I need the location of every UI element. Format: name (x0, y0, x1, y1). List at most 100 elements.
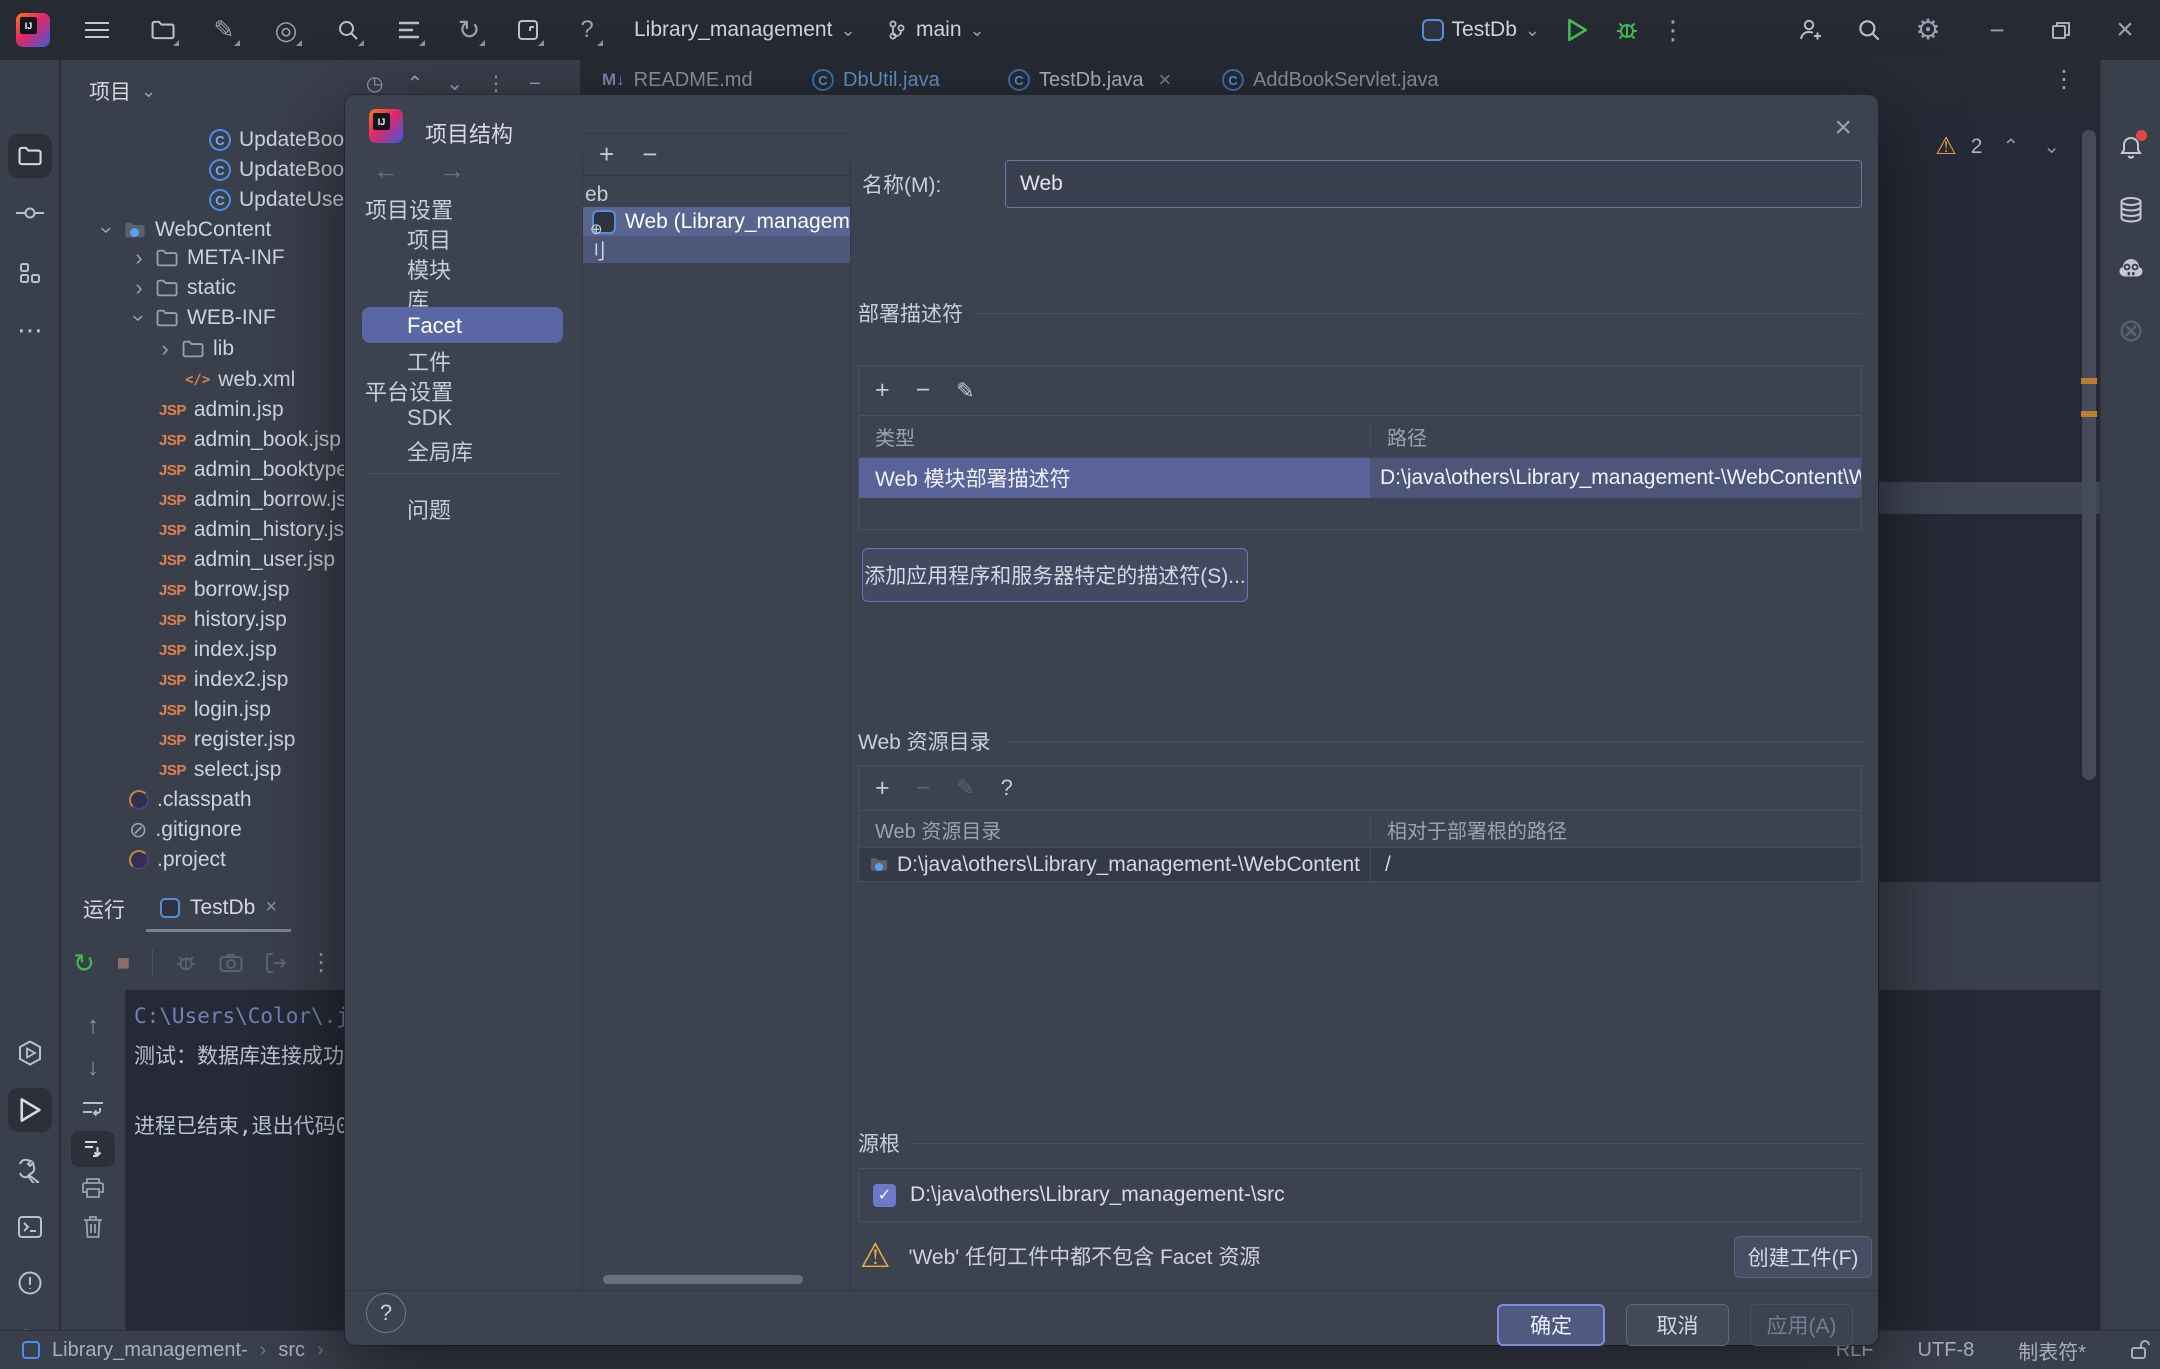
terminal-tool-icon[interactable] (8, 1205, 52, 1249)
search-icon[interactable] (331, 13, 365, 47)
nav-forward-icon[interactable]: → (439, 155, 465, 186)
run-tab-testdb[interactable]: TestDb × (146, 886, 291, 932)
nav-item-modules[interactable]: 模块 (407, 253, 451, 285)
expand-all-icon[interactable]: ⌃ (406, 74, 423, 94)
help-icon[interactable]: ? (570, 13, 604, 47)
rerun-icon[interactable]: ↻ (73, 950, 95, 976)
more-actions-icon[interactable]: ⋮ (1656, 13, 1690, 47)
dialog-help-button[interactable]: ? (366, 1293, 406, 1333)
tab-addbookservlet[interactable]: C AddBookServlet.java (1222, 60, 1439, 100)
nav-item-facets-selected[interactable] (362, 307, 563, 343)
encoding-indicator[interactable]: UTF-8 (1918, 1339, 1975, 1362)
tab-options-icon[interactable]: ⋮ (2052, 68, 2076, 92)
run-config-selector[interactable]: TestDb ⌄ (1422, 13, 1540, 47)
chevron-expanded-icon[interactable]: › (126, 310, 152, 326)
stop-icon[interactable]: ■ (117, 952, 130, 974)
inspections-widget[interactable]: ⚠ 2 ⌃ ⌄ (1935, 132, 2060, 161)
print-icon[interactable] (71, 1170, 115, 1206)
prev-problem-icon[interactable]: ⌃ (2002, 134, 2019, 159)
add-facet-icon[interactable]: + (599, 139, 614, 170)
nav-item-sdk[interactable]: SDK (407, 405, 452, 431)
facet-item-selected[interactable]: ⊕ Web (Library_managemen (583, 207, 850, 236)
close-tab-icon[interactable]: × (1159, 67, 1172, 93)
tab-testdb-active[interactable]: C TestDb.java × (1008, 60, 1171, 100)
breadcrumb-src[interactable]: src (278, 1339, 305, 1362)
more-tools-icon[interactable]: ⋯ (8, 308, 52, 352)
ok-button[interactable]: 确定 (1497, 1304, 1605, 1346)
clear-trash-icon[interactable] (71, 1209, 115, 1245)
scroll-to-end-icon[interactable] (71, 1131, 115, 1167)
resource-row[interactable]: D:\java\others\Library_management-\WebCo… (859, 848, 1861, 881)
facet-item-partial[interactable]: 刂 (583, 236, 850, 263)
add-app-server-descriptor-button[interactable]: 添加应用程序和服务器特定的描述符(S)... (862, 548, 1248, 602)
window-restore-button[interactable] (2044, 13, 2078, 47)
col-relative-path[interactable]: 相对于部署根的路径 (1370, 815, 1567, 844)
nav-item-global-libraries[interactable]: 全局库 (407, 435, 473, 467)
run-button[interactable] (1560, 13, 1594, 47)
chevron-collapsed-icon[interactable]: › (131, 275, 147, 301)
project-panel-header[interactable]: 项目 ⌄ (89, 76, 156, 106)
facet-name-input[interactable] (1005, 160, 1862, 208)
open-project-icon[interactable] (146, 13, 180, 47)
run-panel-title[interactable]: 运行 (83, 890, 125, 928)
nav-back-icon[interactable]: ← (373, 155, 399, 186)
search-everywhere-icon[interactable] (1852, 13, 1886, 47)
format-lines-icon[interactable] (392, 13, 426, 47)
edit-descriptor-icon[interactable]: ✎ (956, 378, 974, 404)
warning-stripe-mark[interactable] (2081, 378, 2097, 384)
hide-panel-icon[interactable]: − (529, 74, 541, 94)
window-layout-icon[interactable] (511, 13, 545, 47)
remove-facet-icon[interactable]: − (642, 139, 657, 170)
notifications-bell-icon[interactable] (2109, 126, 2153, 170)
tab-readme[interactable]: M↓ README.md (602, 60, 753, 100)
editor-scrollbar[interactable] (2082, 130, 2096, 780)
commit-tool-icon[interactable] (8, 191, 52, 235)
create-artifact-button[interactable]: 创建工件(F) (1734, 1236, 1872, 1278)
cancel-button[interactable]: 取消 (1626, 1304, 1729, 1346)
indent-indicator[interactable]: 制表符* (2018, 1336, 2086, 1365)
structure-tool-icon[interactable] (8, 251, 52, 295)
facet-type-header[interactable]: eb (585, 183, 608, 207)
collapse-all-icon[interactable]: ⌄ (446, 74, 463, 94)
branch-selector[interactable]: main ⌄ (886, 13, 985, 47)
panel-options-icon[interactable]: ⋮ (486, 74, 506, 94)
problems-tool-icon[interactable] (8, 1261, 52, 1305)
database-tool-icon[interactable] (2109, 188, 2153, 232)
services-tool-icon[interactable] (8, 1031, 52, 1075)
edit-pencil-icon[interactable]: ✎ (207, 13, 241, 47)
col-resource-dir[interactable]: Web 资源目录 (859, 815, 1370, 844)
add-resource-icon[interactable]: + (875, 774, 890, 803)
main-menu-icon[interactable] (80, 13, 114, 47)
close-tab-icon[interactable]: × (265, 896, 277, 919)
build-tool-icon[interactable] (8, 1148, 52, 1192)
col-type[interactable]: 类型 (859, 422, 1370, 451)
remove-descriptor-icon[interactable]: − (916, 376, 931, 405)
window-minimize-button[interactable]: − (1980, 13, 2014, 47)
nav-item-artifacts[interactable]: 工件 (407, 345, 451, 377)
nav-item-problems[interactable]: 问题 (407, 493, 451, 525)
ai-assistant-icon[interactable] (2109, 248, 2153, 292)
chevron-collapsed-icon[interactable]: › (157, 336, 173, 362)
settings-gear-icon[interactable]: ⚙ (1911, 13, 1945, 47)
run-tool-icon[interactable] (8, 1088, 52, 1132)
debug-button[interactable] (1610, 13, 1644, 47)
project-selector[interactable]: Library_management ⌄ (634, 13, 856, 47)
console-options-icon[interactable]: ⋮ (309, 951, 333, 975)
window-close-button[interactable]: × (2108, 13, 2142, 47)
nav-item-project[interactable]: 项目 (407, 223, 451, 255)
chevron-expanded-icon[interactable]: › (94, 222, 120, 238)
source-root-checkbox[interactable]: ✓ (873, 1184, 896, 1207)
locate-target-icon[interactable]: ◎ (269, 13, 303, 47)
warning-stripe-mark[interactable] (2081, 411, 2097, 417)
tab-dbutil[interactable]: C DbUtil.java (812, 60, 940, 100)
next-occurrence-icon[interactable]: ↓ (71, 1050, 115, 1086)
add-user-icon[interactable] (1793, 13, 1827, 47)
descriptor-row-selected[interactable]: Web 模块部署描述符 D:\java\others\Library_manag… (859, 458, 1861, 498)
project-tool-icon[interactable] (8, 134, 52, 178)
plugin-x-icon[interactable]: ⊗ (2109, 308, 2153, 352)
locate-file-icon[interactable]: ◷ (366, 74, 383, 94)
col-path[interactable]: 路径 (1370, 422, 1427, 451)
soft-wrap-icon[interactable] (71, 1090, 115, 1126)
source-root-row[interactable]: ✓ D:\java\others\Library_management-\src (858, 1168, 1862, 1222)
resource-help-icon[interactable]: ? (1001, 775, 1013, 801)
